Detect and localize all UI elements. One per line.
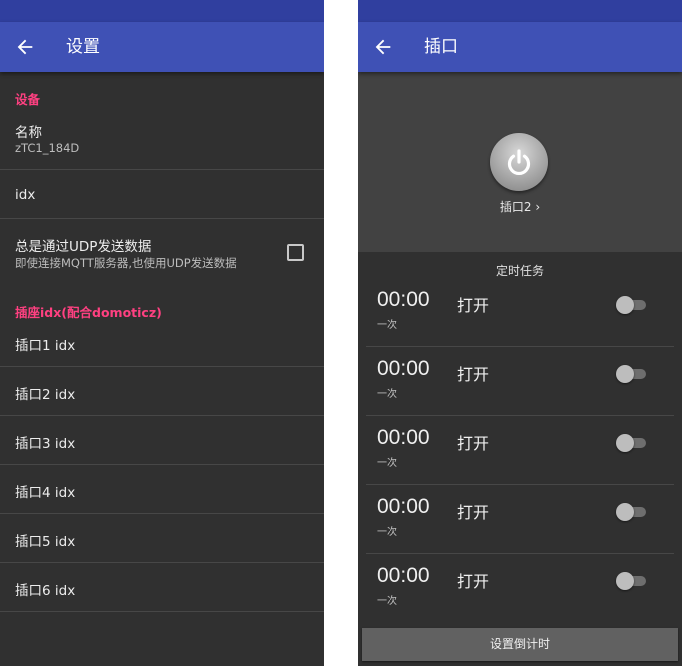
name-preference[interactable]: 名称 zTC1_184D: [0, 112, 324, 170]
udp-label: 总是通过UDP发送数据: [15, 239, 152, 255]
back-arrow-icon[interactable]: [372, 36, 394, 58]
timer-task[interactable]: 00:00 一次 打开: [366, 485, 674, 554]
task-action: 打开: [457, 296, 490, 315]
udp-checkbox[interactable]: [287, 244, 304, 261]
timer-task[interactable]: 00:00 一次 打开: [366, 554, 674, 622]
idx-label: idx: [15, 187, 36, 203]
socket-idx-label: 插口2 idx: [15, 387, 76, 403]
timer-task[interactable]: 00:00 一次 打开: [366, 347, 674, 416]
task-toggle[interactable]: [616, 365, 648, 383]
socket-idx-item[interactable]: 插口6 idx: [0, 563, 324, 612]
task-repeat: 一次: [377, 458, 397, 469]
plug-name: 插口2: [499, 200, 532, 214]
status-bar: [0, 0, 324, 22]
task-repeat: 一次: [377, 320, 397, 331]
udp-description: 即使连接MQTT服务器,也使用UDP发送数据: [15, 256, 237, 270]
back-arrow-icon[interactable]: [14, 36, 36, 58]
task-toggle[interactable]: [616, 503, 648, 521]
socket-idx-item[interactable]: 插口3 idx: [0, 416, 324, 465]
socket-idx-label: 插口4 idx: [15, 485, 76, 501]
section-header-device: 设备: [15, 92, 41, 107]
socket-idx-item[interactable]: 插口2 idx: [0, 367, 324, 416]
task-action: 打开: [457, 434, 490, 453]
task-time: 00:00: [377, 495, 430, 518]
socket-screen: 插口 插口2 › 定时任务 00:00 一次 打开 00:00 一次 打开 00…: [358, 0, 682, 666]
plug-name-link[interactable]: 插口2 ›: [358, 198, 682, 215]
timer-task[interactable]: 00:00 一次 打开: [366, 416, 674, 485]
task-time: 00:00: [377, 426, 430, 449]
name-value: zTC1_184D: [15, 141, 80, 155]
page-title: 插口: [424, 37, 458, 57]
socket-idx-item[interactable]: 插口1 idx: [0, 318, 324, 367]
socket-idx-label: 插口6 idx: [15, 583, 76, 599]
task-toggle[interactable]: [616, 572, 648, 590]
timer-section-title: 定时任务: [495, 264, 544, 278]
settings-screen: 设置 设备 名称 zTC1_184D idx 总是通过UDP发送数据 即使连接M…: [0, 0, 324, 666]
power-icon: [507, 149, 531, 175]
task-time: 00:00: [377, 288, 430, 311]
task-time: 00:00: [377, 357, 430, 380]
socket-idx-item[interactable]: 插口4 idx: [0, 465, 324, 514]
task-toggle[interactable]: [616, 296, 648, 314]
task-repeat: 一次: [377, 596, 397, 607]
settings-app-bar: 设置: [0, 22, 324, 72]
socket-idx-label: 插口1 idx: [15, 338, 76, 354]
socket-idx-label: 插口3 idx: [15, 436, 76, 452]
task-repeat: 一次: [377, 527, 397, 538]
task-time: 00:00: [377, 564, 430, 587]
socket-app-bar: 插口: [358, 22, 682, 72]
socket-idx-label: 插口5 idx: [15, 534, 76, 550]
set-countdown-button[interactable]: 设置倒计时: [362, 628, 678, 661]
socket-hero: 插口2 ›: [358, 72, 682, 252]
task-action: 打开: [457, 365, 490, 384]
power-button[interactable]: [490, 133, 548, 191]
udp-preference[interactable]: 总是通过UDP发送数据 即使连接MQTT服务器,也使用UDP发送数据: [0, 219, 324, 282]
idx-preference[interactable]: idx: [0, 170, 324, 219]
status-bar: [358, 0, 682, 22]
name-label: 名称: [15, 125, 42, 141]
task-action: 打开: [457, 503, 490, 522]
task-action: 打开: [457, 572, 490, 591]
chevron-right-icon: ›: [535, 200, 541, 214]
task-repeat: 一次: [377, 389, 397, 400]
task-toggle[interactable]: [616, 434, 648, 452]
page-title: 设置: [66, 37, 100, 57]
socket-idx-item[interactable]: 插口5 idx: [0, 514, 324, 563]
timer-task[interactable]: 00:00 一次 打开: [366, 278, 674, 347]
